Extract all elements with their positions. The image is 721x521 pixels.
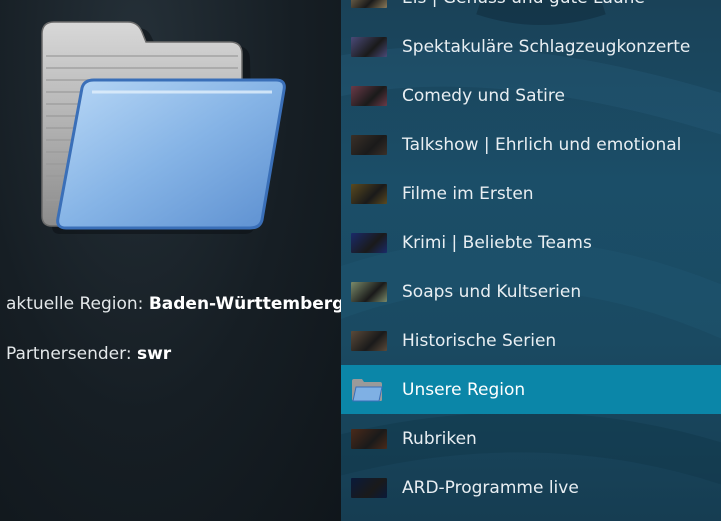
list-item-label: Eis | Genuss und gute Laune: [402, 0, 645, 8]
thumbnail-image: [351, 85, 387, 106]
thumbnail-image: [351, 281, 387, 302]
list-item[interactable]: Comedy und Satire: [341, 71, 721, 120]
list-item[interactable]: Filme im Ersten: [341, 169, 721, 218]
list-item[interactable]: Rubriken: [341, 414, 721, 463]
list-item[interactable]: Krimi | Beliebte Teams: [341, 218, 721, 267]
partner-station-line: Partnersender: swr: [6, 344, 171, 364]
category-list: Eis | Genuss und gute Laune Spektakuläre …: [341, 0, 721, 512]
list-item[interactable]: ARD-Programme live: [341, 463, 721, 512]
thumbnail-image: [351, 428, 387, 449]
list-item-label: Filme im Ersten: [402, 183, 534, 204]
list-item-label: Unsere Region: [402, 379, 526, 400]
info-pane: aktuelle Region: Baden-Württemberg Partn…: [0, 0, 344, 521]
list-item-label: Krimi | Beliebte Teams: [402, 232, 592, 253]
list-item-label: Historische Serien: [402, 330, 557, 351]
thumbnail-image: [351, 330, 387, 351]
list-item-label: Talkshow | Ehrlich und emotional: [402, 134, 682, 155]
thumbnail-image: [351, 183, 387, 204]
thumbnail-image: [351, 477, 387, 498]
thumbnail-image: [351, 0, 387, 8]
list-item-label: Comedy und Satire: [402, 85, 565, 106]
list-item-label: Spektakuläre Schlagzeugkonzerte: [402, 36, 691, 57]
thumbnail-image: [351, 134, 387, 155]
list-item[interactable]: Historische Serien: [341, 316, 721, 365]
partner-station-label: Partnersender:: [6, 344, 132, 364]
list-item-label: ARD-Programme live: [402, 477, 579, 498]
list-item[interactable]: Eis | Genuss und gute Laune: [341, 0, 721, 22]
partner-station-value: swr: [136, 344, 172, 364]
current-region-line: aktuelle Region: Baden-Württemberg: [6, 294, 344, 314]
list-item[interactable]: Soaps und Kultserien: [341, 267, 721, 316]
list-item-label: Soaps und Kultserien: [402, 281, 582, 302]
list-item-label: Rubriken: [402, 428, 477, 449]
folder-icon: [41, 21, 286, 234]
category-list-pane: Eis | Genuss und gute Laune Spektakuläre …: [341, 0, 721, 521]
current-region-value: Baden-Württemberg: [148, 294, 345, 314]
thumbnail-image: [351, 232, 387, 253]
current-region-label: aktuelle Region:: [6, 294, 144, 314]
thumbnail-image: [351, 36, 387, 57]
list-item[interactable]: Spektakuläre Schlagzeugkonzerte: [341, 22, 721, 71]
list-item[interactable]: Unsere Region: [341, 365, 721, 414]
list-item[interactable]: Talkshow | Ehrlich und emotional: [341, 120, 721, 169]
folder-icon: [351, 378, 383, 402]
